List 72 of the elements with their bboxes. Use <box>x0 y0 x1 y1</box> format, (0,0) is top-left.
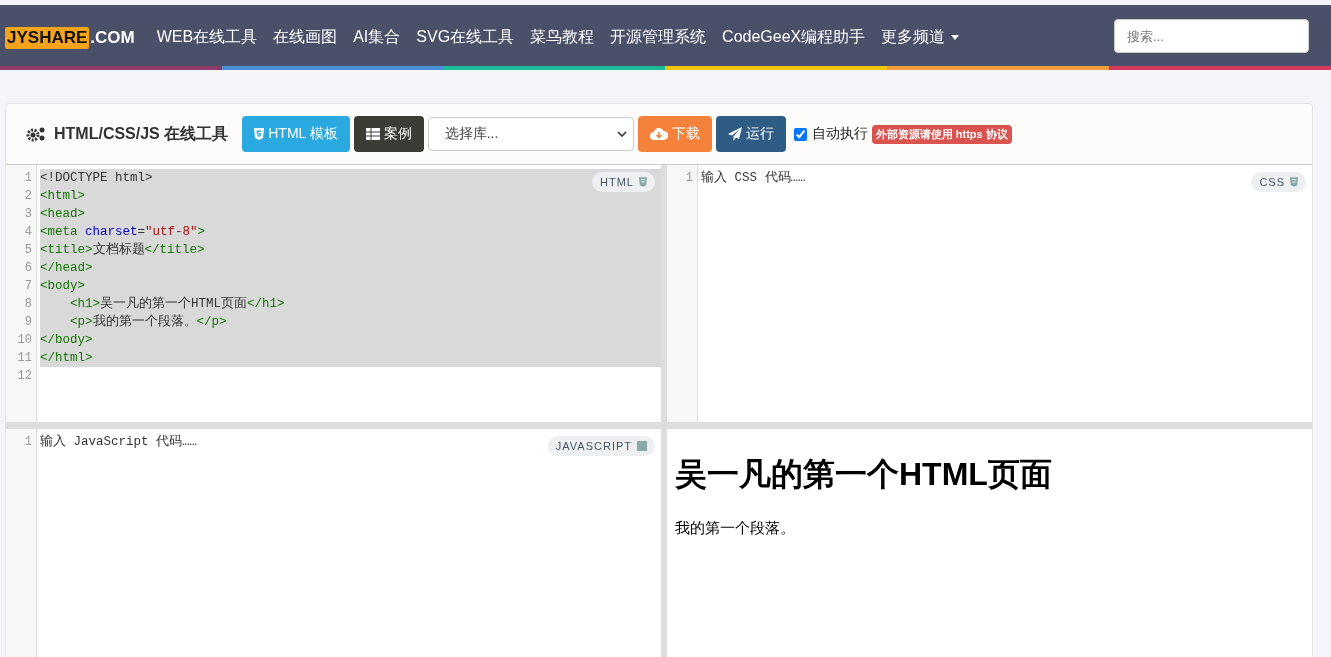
nav-link[interactable]: 更多频道 <box>881 27 960 48</box>
code-token: "utf-8" <box>145 225 198 239</box>
table-icon <box>365 128 380 140</box>
code-token: charset <box>85 225 138 239</box>
language-badge: HTML <box>592 172 655 192</box>
code-token: 文档标题 <box>92 243 145 257</box>
code-token: </title> <box>144 243 205 257</box>
code-token: <p> <box>69 315 93 329</box>
code-token: 输入 JavaScript 代码…… <box>40 435 198 449</box>
logo-text[interactable]: JYSHARE <box>5 26 90 49</box>
line-number: 9 <box>23 314 33 331</box>
line-number: 8 <box>23 296 33 313</box>
chevron-down-icon <box>616 131 627 137</box>
auto-run-label: 自动执行 <box>811 125 868 143</box>
examples-button[interactable]: 案例 <box>353 116 424 152</box>
code-token: <meta <box>40 225 79 239</box>
tool-title: HTML/CSS/JS 在线工具 <box>54 123 229 144</box>
file-icon <box>1290 177 1298 187</box>
https-notice-badge: 外部资源请使用 https 协议 <box>871 124 1012 144</box>
line-number: 7 <box>23 278 33 295</box>
html5-icon <box>254 128 265 140</box>
nav-link[interactable]: 菜鸟教程 <box>530 27 595 48</box>
search-field[interactable]: 搜索... <box>1114 19 1309 53</box>
code-token: <h1> <box>69 297 100 311</box>
line-number: 10 <box>16 332 33 349</box>
code-token: > <box>197 225 206 239</box>
code-token: <body> <box>40 279 85 293</box>
code-token: 输入 CSS 代码…… <box>701 171 806 185</box>
library-select[interactable]: 选择库... <box>427 117 634 151</box>
code-token: </body> <box>40 333 93 347</box>
run-button[interactable]: 运行 <box>715 116 786 152</box>
line-number: 12 <box>16 368 33 385</box>
line-number: 11 <box>16 350 33 367</box>
code-token: </h1> <box>247 297 285 311</box>
nav-link[interactable]: AI集合 <box>353 27 401 48</box>
language-badge: CSS <box>1251 172 1306 192</box>
gears-icon <box>26 126 46 142</box>
cloud-download-icon <box>649 128 668 140</box>
code-token: </head> <box>40 261 93 275</box>
line-number: 5 <box>23 242 33 259</box>
language-badge: JAVASCRIPT <box>547 436 655 456</box>
code-token: </html> <box>40 351 93 365</box>
code-token: 吴一凡的第一个HTML页面 <box>100 297 248 311</box>
line-number: 6 <box>23 260 33 277</box>
file-icon <box>639 177 647 187</box>
code-editor[interactable]: <!DOCTYPE html> <html> <head> <meta charset="utf-8"> <title>文档标题</title> </head> <body> <h1>吴一凡的第一个HTML页面</h1> <p>我的第一个段落。</p> </body> </html> HTML <box>37 165 661 422</box>
nav-link[interactable]: WEB在线工具 <box>156 27 258 48</box>
code-editor[interactable]: 输入 JavaScript 代码…… JAVASCRIPT <box>37 429 661 657</box>
auto-run-checkbox[interactable] <box>793 127 807 141</box>
code-token: <title> <box>40 243 93 257</box>
paper-plane-icon <box>727 127 742 141</box>
code-token: <!DOCTYPE html> <box>40 171 153 185</box>
nav-link[interactable]: CodeGeeX编程助手 <box>722 27 866 48</box>
line-number: 2 <box>23 188 33 205</box>
code-token: = <box>137 225 146 239</box>
nav-link[interactable]: 开源管理系统 <box>610 27 707 48</box>
nav-link[interactable]: SVG在线工具 <box>416 27 515 48</box>
code-editor[interactable]: 输入 CSS 代码…… CSS <box>698 165 1312 422</box>
preview-paragraph: 我的第一个段落。 <box>675 519 796 538</box>
preview-heading: 吴一凡的第一个HTML页面 <box>675 455 1053 494</box>
code-token: <html> <box>40 189 85 203</box>
line-number: 1 <box>23 434 33 451</box>
code-token: <head> <box>40 207 85 221</box>
line-number: 1 <box>684 170 694 187</box>
nav-link[interactable]: 在线画图 <box>273 27 338 48</box>
line-number: 4 <box>23 224 33 241</box>
code-token: 我的第一个段落。 <box>92 315 197 329</box>
line-number: 3 <box>23 206 33 223</box>
logo-suffix[interactable]: .COM <box>90 27 135 48</box>
js-icon <box>637 441 647 451</box>
line-number: 1 <box>23 170 33 187</box>
code-token: </p> <box>196 315 227 329</box>
